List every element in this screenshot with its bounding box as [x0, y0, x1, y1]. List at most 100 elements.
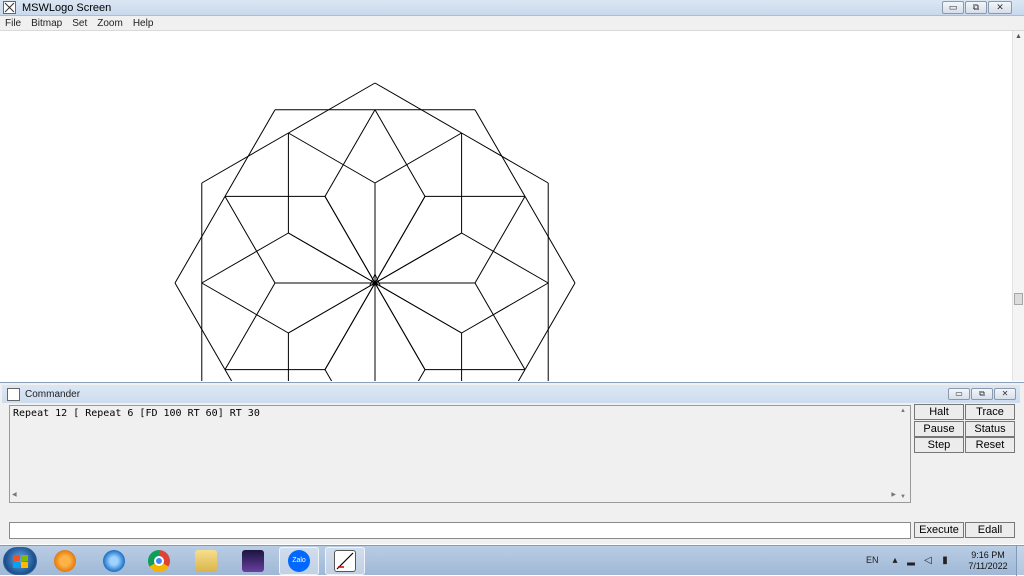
language-indicator[interactable]: EN	[866, 555, 879, 565]
trace-button[interactable]: Trace	[965, 404, 1015, 420]
volume-icon[interactable]: ◁	[922, 555, 934, 567]
turtle-line-20	[517, 369, 526, 381]
reset-button[interactable]: Reset	[965, 437, 1015, 453]
commander-app-icon	[7, 387, 20, 401]
zalo-icon: Zalo	[288, 550, 310, 572]
menu-bitmap[interactable]: Bitmap	[26, 18, 67, 29]
turtle-line-65	[374, 232, 462, 284]
main-window-titlebar[interactable]: MSWLogo Screen ▭ ⧉ ✕	[0, 0, 1024, 16]
show-desktop-button[interactable]	[1016, 546, 1024, 576]
menu-zoom[interactable]: Zoom	[92, 18, 128, 29]
taskbar-media-player[interactable]	[45, 547, 85, 575]
turtle-line-45	[174, 196, 226, 284]
commander-window: Commander ▭ ⧉ ✕ Repeat 12 [ Repeat 6 [FD…	[0, 382, 1024, 544]
power-icon[interactable]: ▮	[939, 555, 951, 567]
commander-titlebar[interactable]: Commander ▭ ⧉ ✕	[2, 385, 1020, 403]
turtle-line-48	[288, 282, 376, 334]
clock-date: 7/11/2022	[968, 561, 1008, 571]
turtle-line-55	[224, 196, 276, 284]
network-signal-icon[interactable]: ▂	[905, 555, 917, 567]
turtle-line-70	[474, 196, 526, 284]
close-button[interactable]: ✕	[988, 1, 1012, 14]
turtle-line-24	[374, 282, 462, 334]
turtle-line-1	[374, 132, 462, 184]
turtle-line-67	[324, 109, 376, 197]
commander-window-controls: ▭ ⧉ ✕	[948, 388, 1016, 400]
minimize-button[interactable]: ▭	[942, 1, 964, 14]
menu-set[interactable]: Set	[67, 18, 92, 29]
turtle-drawing	[174, 82, 576, 381]
night-sky-app-icon	[242, 550, 264, 572]
command-history-text: Repeat 12 [ Repeat 6 [FD 100 RT 60] RT 3…	[13, 408, 260, 419]
halt-button[interactable]: Halt	[914, 404, 964, 420]
windows-media-player-icon	[54, 550, 76, 572]
taskbar-chrome[interactable]	[139, 547, 179, 575]
menu-bar: File Bitmap Set Zoom Help	[0, 16, 1024, 31]
turtle-line-44	[174, 282, 226, 370]
commander-minimize-button[interactable]: ▭	[948, 388, 970, 400]
history-scroll-up-icon[interactable]: ▲	[900, 408, 906, 414]
taskbar-mswlogo[interactable]	[325, 547, 365, 575]
turtle-line-59	[374, 196, 426, 284]
turtle-line-13	[461, 232, 549, 284]
scroll-up-arrow-icon[interactable]: ▲	[1013, 31, 1024, 42]
history-scroll-right-icon[interactable]: ▶	[891, 491, 896, 498]
edall-button[interactable]: Edall	[965, 522, 1015, 538]
execute-button[interactable]: Execute	[914, 522, 964, 538]
start-button[interactable]	[3, 547, 37, 575]
turtle-line-52	[288, 132, 376, 184]
history-scroll-down-icon[interactable]: ▼	[900, 494, 906, 500]
commander-restore-button[interactable]: ⧉	[971, 388, 993, 400]
restore-button[interactable]: ⧉	[965, 1, 987, 14]
taskbar-zalo[interactable]: Zalo	[279, 547, 319, 575]
menu-help[interactable]: Help	[128, 18, 159, 29]
command-history-box[interactable]: Repeat 12 [ Repeat 6 [FD 100 RT 60] RT 3…	[9, 405, 911, 503]
window-controls: ▭ ⧉ ✕	[942, 1, 1012, 14]
step-button[interactable]: Step	[914, 437, 964, 453]
windows-logo-icon	[13, 555, 28, 568]
turtle-line-69	[474, 109, 526, 197]
turtle-line-42	[324, 282, 376, 370]
clock-time: 9:16 PM	[971, 550, 1005, 560]
internet-explorer-icon	[103, 550, 125, 572]
commander-title: Commander	[25, 388, 81, 400]
turtle-line-60	[288, 232, 376, 284]
turtle-line-4	[461, 282, 549, 334]
taskbar-file-explorer[interactable]	[186, 547, 226, 575]
turtle-line-63	[374, 82, 462, 134]
turtle-line-56	[224, 109, 276, 197]
turtle-line-66	[324, 196, 376, 284]
turtle-line-22	[324, 369, 333, 381]
turtle-line-62	[288, 82, 376, 134]
mswlogo-icon	[334, 550, 356, 572]
status-button[interactable]: Status	[965, 421, 1015, 437]
taskbar-internet-explorer[interactable]	[94, 547, 134, 575]
command-input[interactable]	[9, 522, 911, 539]
canvas-vertical-scrollbar[interactable]: ▲	[1012, 31, 1024, 381]
turtle-line-31	[417, 369, 426, 381]
turtle-line-33	[224, 369, 233, 381]
file-explorer-icon	[195, 550, 217, 572]
turtle-line-58	[374, 109, 426, 197]
taskbar-night-sky-app[interactable]	[233, 547, 273, 575]
mswlogo-app-icon	[3, 1, 16, 14]
window-title: MSWLogo Screen	[22, 1, 112, 14]
logo-drawing-canvas[interactable]	[0, 31, 1012, 381]
turtle-line-51	[201, 132, 289, 184]
turtle-line-49	[201, 282, 289, 334]
turtle-line-19	[474, 282, 526, 370]
show-hidden-icons-icon[interactable]: ▴	[889, 555, 901, 567]
turtle-line-30	[374, 282, 426, 370]
turtle-line-9	[524, 282, 576, 370]
history-vertical-scrollbar[interactable]: ▲ ▼	[898, 406, 910, 502]
turtle-line-8	[524, 196, 576, 284]
turtle-line-40	[201, 232, 289, 284]
pause-button[interactable]: Pause	[914, 421, 964, 437]
clock[interactable]: 9:16 PM 7/11/2022	[962, 550, 1014, 572]
commander-close-button[interactable]: ✕	[994, 388, 1016, 400]
scroll-thumb[interactable]	[1014, 293, 1023, 305]
history-horizontal-scrollbar[interactable]: ◀ ▶	[10, 491, 898, 502]
history-scroll-left-icon[interactable]: ◀	[12, 491, 17, 498]
turtle-line-34	[224, 282, 276, 370]
menu-file[interactable]: File	[0, 18, 26, 29]
